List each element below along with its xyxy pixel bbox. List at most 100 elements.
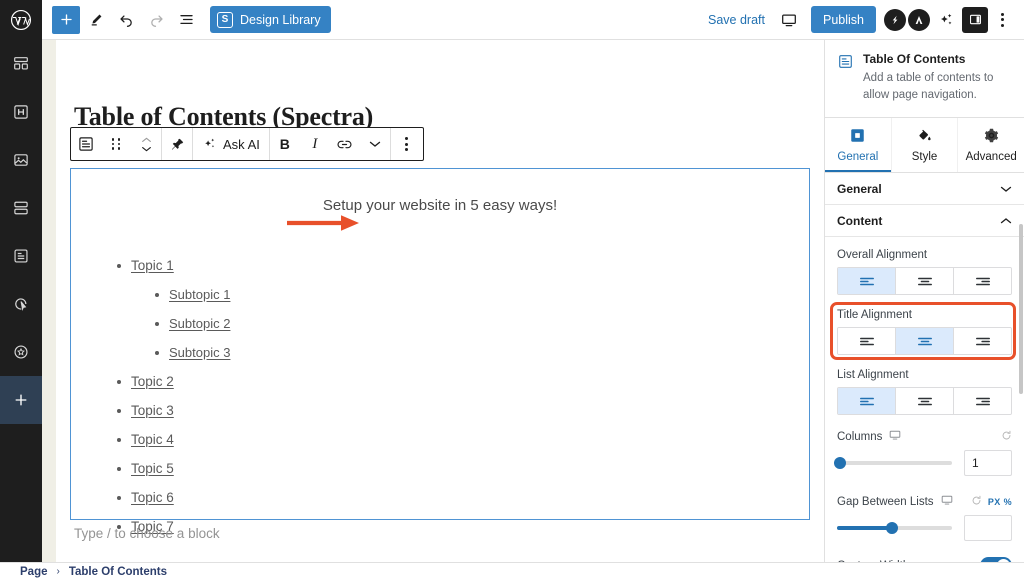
editor-top-bar: S Design Library Save draft Publish [42, 0, 1024, 40]
gap-unit-selector[interactable]: PX % [988, 497, 1012, 507]
list-item[interactable]: Subtopic 2 [155, 309, 230, 338]
align-left-button[interactable] [838, 268, 896, 295]
desktop-icon[interactable] [889, 429, 901, 444]
list-item[interactable]: Topic 4 [117, 425, 230, 454]
accordion-general[interactable]: General [825, 173, 1024, 206]
list-item[interactable]: Topic 2 [117, 367, 230, 396]
sidebar-item-sections[interactable] [0, 184, 42, 232]
align-center-button[interactable] [896, 268, 954, 295]
toc-link[interactable]: Topic 5 [131, 461, 174, 476]
gap-input[interactable] [964, 515, 1012, 542]
tab-style[interactable]: Style [892, 118, 959, 173]
sidebar-item-blocks[interactable] [0, 40, 42, 88]
astra-icon[interactable] [908, 8, 930, 31]
wordpress-logo[interactable] [0, 0, 42, 40]
sidebar-item-add[interactable] [0, 376, 42, 424]
redo-icon[interactable] [142, 6, 170, 34]
sidebar-scrollbar[interactable] [1019, 224, 1023, 394]
toc-link[interactable]: Subtopic 3 [169, 345, 230, 360]
columns-reset-icon[interactable] [1001, 430, 1012, 444]
sparkle-ai-icon[interactable] [932, 6, 960, 34]
table-of-contents-block[interactable]: Setup your website in 5 easy ways! Topic… [70, 168, 810, 534]
list-item[interactable]: Topic 6 [117, 483, 230, 512]
italic-button[interactable]: I [300, 128, 330, 160]
tab-general[interactable]: General [825, 118, 892, 173]
columns-label-row: Columns [837, 429, 1012, 444]
bold-button[interactable]: B [270, 128, 300, 160]
ask-ai-button[interactable]: Ask AI [193, 128, 269, 160]
undo-icon[interactable] [112, 6, 140, 34]
slider-knob[interactable] [886, 522, 899, 535]
block-settings-sidebar: Table Of Contents Add a table of content… [824, 40, 1024, 562]
desktop-icon[interactable] [941, 494, 953, 509]
sidebar-item-pages[interactable] [0, 232, 42, 280]
align-left-button[interactable] [838, 328, 896, 355]
list-alignment-label: List Alignment [837, 369, 909, 382]
align-right-button[interactable] [954, 268, 1011, 295]
toc-link[interactable]: Topic 2 [131, 374, 174, 389]
left-rail [0, 0, 42, 562]
block-options-kebab-icon[interactable] [391, 128, 423, 160]
list-item[interactable]: Topic 5 [117, 454, 230, 483]
design-library-button[interactable]: S Design Library [210, 6, 331, 33]
list-view-icon[interactable] [172, 6, 200, 34]
align-right-button[interactable] [954, 328, 1011, 355]
bullet-icon [117, 408, 121, 413]
align-left-button[interactable] [838, 388, 896, 415]
list-item[interactable]: Subtopic 3 [155, 338, 230, 367]
move-block-arrows[interactable] [131, 128, 161, 160]
chevron-up-icon [1000, 218, 1012, 224]
columns-slider[interactable] [834, 456, 952, 470]
bullet-icon [117, 379, 121, 384]
bullet-icon [155, 321, 159, 326]
gap-reset-icon[interactable] [971, 495, 982, 509]
slider-track [837, 461, 952, 466]
toc-link[interactable]: Topic 4 [131, 432, 174, 447]
save-draft-button[interactable]: Save draft [708, 13, 765, 27]
pin-icon[interactable] [162, 128, 192, 160]
sidebar-item-media[interactable] [0, 136, 42, 184]
paint-bucket-icon [917, 128, 932, 146]
slider-knob[interactable] [834, 457, 847, 470]
toc-link[interactable]: Subtopic 1 [169, 287, 230, 302]
desktop-preview-icon[interactable] [775, 6, 803, 34]
wordpress-block-editor: S Design Library Save draft Publish Tabl… [0, 0, 1024, 580]
breadcrumb-item-page[interactable]: Page [20, 566, 48, 578]
publish-button[interactable]: Publish [811, 6, 876, 33]
columns-control-row [834, 450, 1012, 477]
accordion-content[interactable]: Content [825, 205, 1024, 238]
tab-advanced[interactable]: Advanced [958, 118, 1024, 172]
add-block-button[interactable] [52, 5, 80, 34]
options-kebab-icon[interactable] [990, 6, 1014, 34]
tools-pencil-icon[interactable] [82, 6, 110, 34]
align-center-button[interactable] [896, 388, 954, 415]
drag-handle-icon[interactable] [101, 128, 131, 160]
align-right-button[interactable] [954, 388, 1011, 415]
columns-input[interactable] [964, 450, 1012, 477]
list-item[interactable]: Subtopic 1 [155, 280, 230, 309]
empty-block-placeholder[interactable]: Type / to choose a block [74, 526, 220, 541]
block-toolbar-group-ai: Ask AI [193, 128, 270, 160]
toc-link[interactable]: Topic 6 [131, 490, 174, 505]
breadcrumb-item-block[interactable]: Table Of Contents [69, 566, 167, 578]
sidebar-item-interactions[interactable] [0, 280, 42, 328]
list-item[interactable]: Topic 1 [117, 251, 230, 280]
link-icon[interactable] [330, 128, 360, 160]
sidebar-tabs: General Style Advanced [825, 118, 1024, 174]
more-formats-chevron-down-icon[interactable] [360, 128, 390, 160]
spectra-icon[interactable] [884, 8, 906, 31]
list-item[interactable]: Topic 3 [117, 396, 230, 425]
align-center-button[interactable] [896, 328, 954, 355]
sidebar-item-settings[interactable] [0, 328, 42, 376]
block-name: Table Of Contents [863, 52, 966, 66]
table-of-contents-block-icon[interactable] [71, 128, 101, 160]
gap-slider[interactable] [837, 521, 952, 535]
toc-link[interactable]: Subtopic 2 [169, 316, 230, 331]
toc-link[interactable]: Topic 1 [131, 258, 174, 273]
toc-link[interactable]: Topic 3 [131, 403, 174, 418]
breadcrumb-separator: › [56, 566, 60, 577]
bullet-icon [155, 350, 159, 355]
settings-sidebar-icon[interactable] [962, 6, 988, 33]
gap-between-lists-label: Gap Between Lists [837, 495, 934, 508]
sidebar-item-headings[interactable] [0, 88, 42, 136]
